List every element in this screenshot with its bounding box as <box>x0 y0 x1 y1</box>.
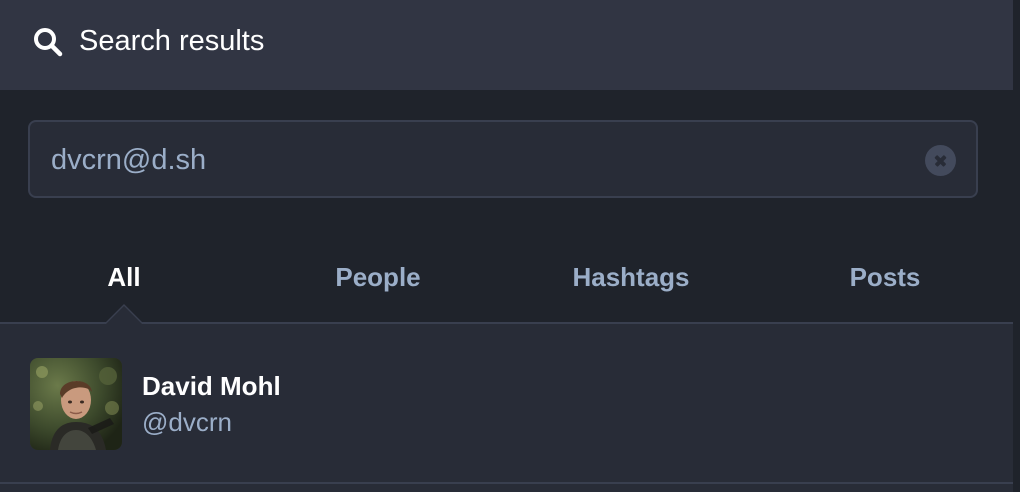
result-divider <box>0 482 1013 484</box>
search-results-column: Search results dvcrn@d.sh All People Has… <box>0 0 1020 492</box>
tab-hashtags[interactable]: Hashtags <box>572 260 689 294</box>
search-tabs: All People Hashtags Posts <box>0 240 1013 324</box>
column-edge <box>1013 0 1020 492</box>
search-input-value[interactable]: dvcrn@d.sh <box>51 142 206 178</box>
tab-posts[interactable]: Posts <box>850 260 921 294</box>
search-panel: dvcrn@d.sh All People Hashtags Posts <box>0 90 1013 324</box>
account-handle: @dvcrn <box>142 407 232 437</box>
active-tab-indicator <box>104 304 144 324</box>
search-input[interactable]: dvcrn@d.sh <box>28 120 978 198</box>
column-header: Search results <box>0 0 1013 90</box>
tab-all[interactable]: All <box>107 260 140 294</box>
display-name[interactable]: David Mohl <box>142 370 281 402</box>
clear-icon[interactable] <box>925 145 956 176</box>
avatar[interactable] <box>30 358 122 450</box>
search-icon <box>34 28 63 57</box>
tab-people[interactable]: People <box>335 260 420 294</box>
avatar-image <box>30 358 122 450</box>
page-title: Search results <box>79 25 265 57</box>
account-result[interactable]: David Mohl @dvcrn <box>0 324 1013 482</box>
